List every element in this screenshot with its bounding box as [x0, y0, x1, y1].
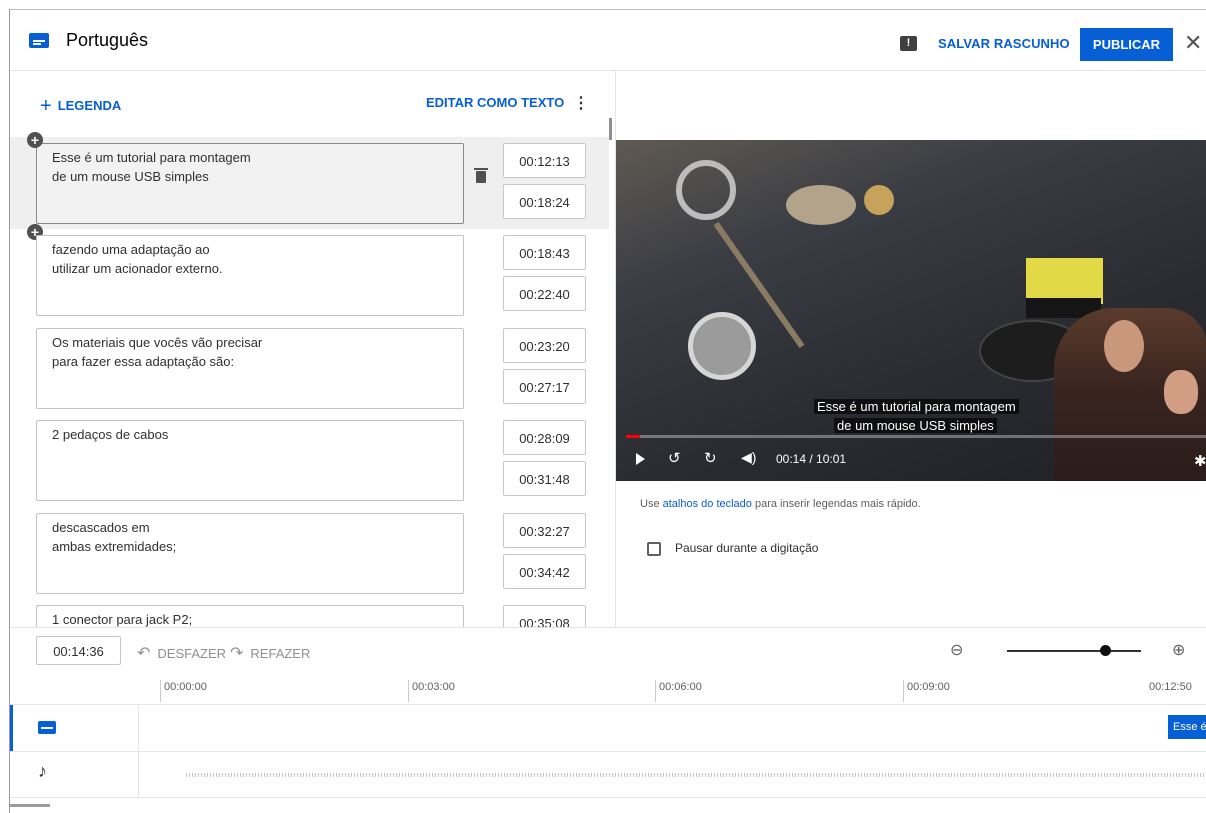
caption-start-time[interactable]: 00:23:20: [503, 328, 586, 363]
caption-text-field[interactable]: descascados em ambas extremidades;: [36, 513, 464, 594]
more-options-icon[interactable]: ⋮: [573, 93, 589, 113]
hint-prefix: Use: [640, 498, 663, 510]
resize-handle[interactable]: [10, 804, 50, 807]
zoom-slider-handle[interactable]: [1100, 645, 1111, 656]
subtitles-icon: [38, 721, 56, 734]
subtitle-line-2: de um mouse USB simples: [834, 417, 997, 435]
insert-caption-icon[interactable]: +: [27, 132, 43, 148]
pause-while-typing-label: Pausar durante a digitação: [675, 541, 819, 555]
hint-suffix: para inserir legendas mais rápido.: [751, 498, 921, 510]
interpreter-hand: [1164, 370, 1198, 414]
progress-bar[interactable]: [626, 435, 1206, 438]
publish-button[interactable]: PUBLICAR: [1080, 28, 1173, 61]
undo-label: DESFAZER: [157, 646, 227, 661]
redo-icon: ↷: [230, 645, 244, 662]
caption-text-field[interactable]: Esse é um tutorial para montagem de um m…: [36, 143, 464, 224]
timeline-ruler: 00:00:00 00:03:00 00:06:00 00:09:00 00:1…: [10, 674, 1206, 704]
undo-button[interactable]: ↶ DESFAZER: [137, 643, 226, 663]
subtitles-icon: [29, 33, 49, 48]
ruler-tick: 00:06:00: [655, 680, 702, 702]
subtitle-text: de um mouse USB simples: [834, 418, 997, 433]
caption-end-time[interactable]: 00:22:40: [503, 276, 586, 311]
play-icon[interactable]: [636, 453, 645, 465]
caption-start-time[interactable]: 00:32:27: [503, 513, 586, 548]
redo-label: REFAZER: [250, 646, 311, 661]
rewind-10-icon[interactable]: ↺: [668, 449, 681, 467]
music-note-icon: ♪: [38, 761, 47, 781]
plus-icon: +: [40, 95, 52, 117]
zoom-slider[interactable]: [1007, 650, 1141, 652]
current-time-field[interactable]: 00:14:36: [36, 636, 121, 665]
tin-shape: [864, 185, 894, 215]
save-draft-button[interactable]: SALVAR RASCUNHO: [938, 36, 1070, 51]
forward-10-icon[interactable]: ↻: [704, 449, 717, 467]
caption-editor-dialog: Português ! SALVAR RASCUNHO PUBLICAR ✕ +…: [9, 9, 1206, 813]
add-caption-label: LEGENDA: [57, 98, 122, 113]
progress-fill: [626, 435, 640, 438]
edit-as-text-button[interactable]: EDITAR COMO TEXTO: [426, 95, 564, 110]
caption-row: descascados em ambas extremidades; 00:32…: [10, 507, 609, 599]
volume-icon[interactable]: ◀): [741, 449, 756, 466]
subtitle-line-1: Esse é um tutorial para montagem: [814, 398, 1019, 416]
scrollbar-thumb[interactable]: [609, 118, 612, 140]
caption-end-time[interactable]: 00:27:17: [503, 369, 586, 404]
keyboard-shortcuts-link[interactable]: atalhos do teclado: [663, 498, 752, 510]
dialog-header: Português ! SALVAR RASCUNHO PUBLICAR ✕: [10, 10, 1206, 71]
audio-track: ♪: [10, 751, 1206, 798]
ruler-tick: 00:00:00: [160, 680, 207, 702]
time-readout: 00:14 / 10:01: [776, 452, 847, 466]
caption-start-time[interactable]: 00:12:13: [503, 143, 586, 178]
caption-chip[interactable]: Esse é: [1168, 715, 1206, 739]
caption-end-time[interactable]: 00:34:42: [503, 554, 586, 589]
ruler-tick: 00:03:00: [408, 680, 455, 702]
trash-icon[interactable]: [474, 168, 488, 183]
caption-end-time[interactable]: 00:18:24: [503, 184, 586, 219]
caption-text-field[interactable]: Os materiais que vocês vão precisar para…: [36, 328, 464, 409]
video-player[interactable]: Esse é um tutorial para montagem de um m…: [616, 140, 1206, 481]
caption-row: fazendo uma adaptação ao utilizar um aci…: [10, 229, 609, 321]
close-icon[interactable]: ✕: [1184, 30, 1202, 56]
audio-waveform: [186, 773, 1206, 777]
caption-start-time[interactable]: 00:28:09: [503, 420, 586, 455]
caption-start-time[interactable]: 00:18:43: [503, 235, 586, 270]
interpreter-face: [1104, 320, 1144, 372]
audio-track-label: ♪: [10, 751, 139, 797]
caption-row: 1 conector para jack P2; 00:35:08: [10, 599, 609, 627]
caption-row: 2 pedaços de cabos 00:28:09 00:31:48: [10, 414, 609, 506]
add-caption-button[interactable]: + LEGENDA: [40, 93, 122, 117]
redo-button[interactable]: ↷ REFAZER: [230, 643, 310, 663]
shortcut-hint: Use atalhos do teclado para inserir lege…: [640, 498, 921, 510]
zoom-in-icon[interactable]: ⊕: [1172, 640, 1185, 660]
caption-start-time[interactable]: 00:35:08: [503, 605, 586, 627]
ruler-tick: 00:09:00: [903, 680, 950, 702]
subtitle-text: Esse é um tutorial para montagem: [814, 399, 1019, 414]
feedback-icon[interactable]: !: [900, 36, 917, 51]
undo-icon: ↶: [137, 645, 151, 662]
language-title: Português: [66, 30, 149, 50]
solder-spool-shape: [688, 312, 756, 380]
ruler-tick: 00:12:50: [1149, 681, 1192, 693]
caption-end-time[interactable]: 00:31:48: [503, 461, 586, 496]
caption-track-label: [10, 705, 139, 751]
pause-while-typing-checkbox[interactable]: [647, 542, 661, 556]
magnifier-shape: [676, 160, 736, 220]
zoom-out-icon[interactable]: ⊖: [950, 640, 963, 660]
caption-list-panel: + LEGENDA EDITAR COMO TEXTO ⋮ Esse é um t…: [10, 71, 616, 627]
caption-row: Esse é um tutorial para montagem de um m…: [10, 137, 609, 229]
caption-row: Os materiais que vocês vão precisar para…: [10, 322, 609, 414]
caption-text-field[interactable]: 1 conector para jack P2;: [36, 605, 464, 627]
caption-text-field[interactable]: 2 pedaços de cabos: [36, 420, 464, 501]
caption-text-field[interactable]: fazendo uma adaptação ao utilizar um aci…: [36, 235, 464, 316]
gear-icon[interactable]: ✱: [1194, 452, 1206, 470]
caption-track: Esse é: [10, 704, 1206, 752]
tape-shape: [786, 185, 856, 225]
